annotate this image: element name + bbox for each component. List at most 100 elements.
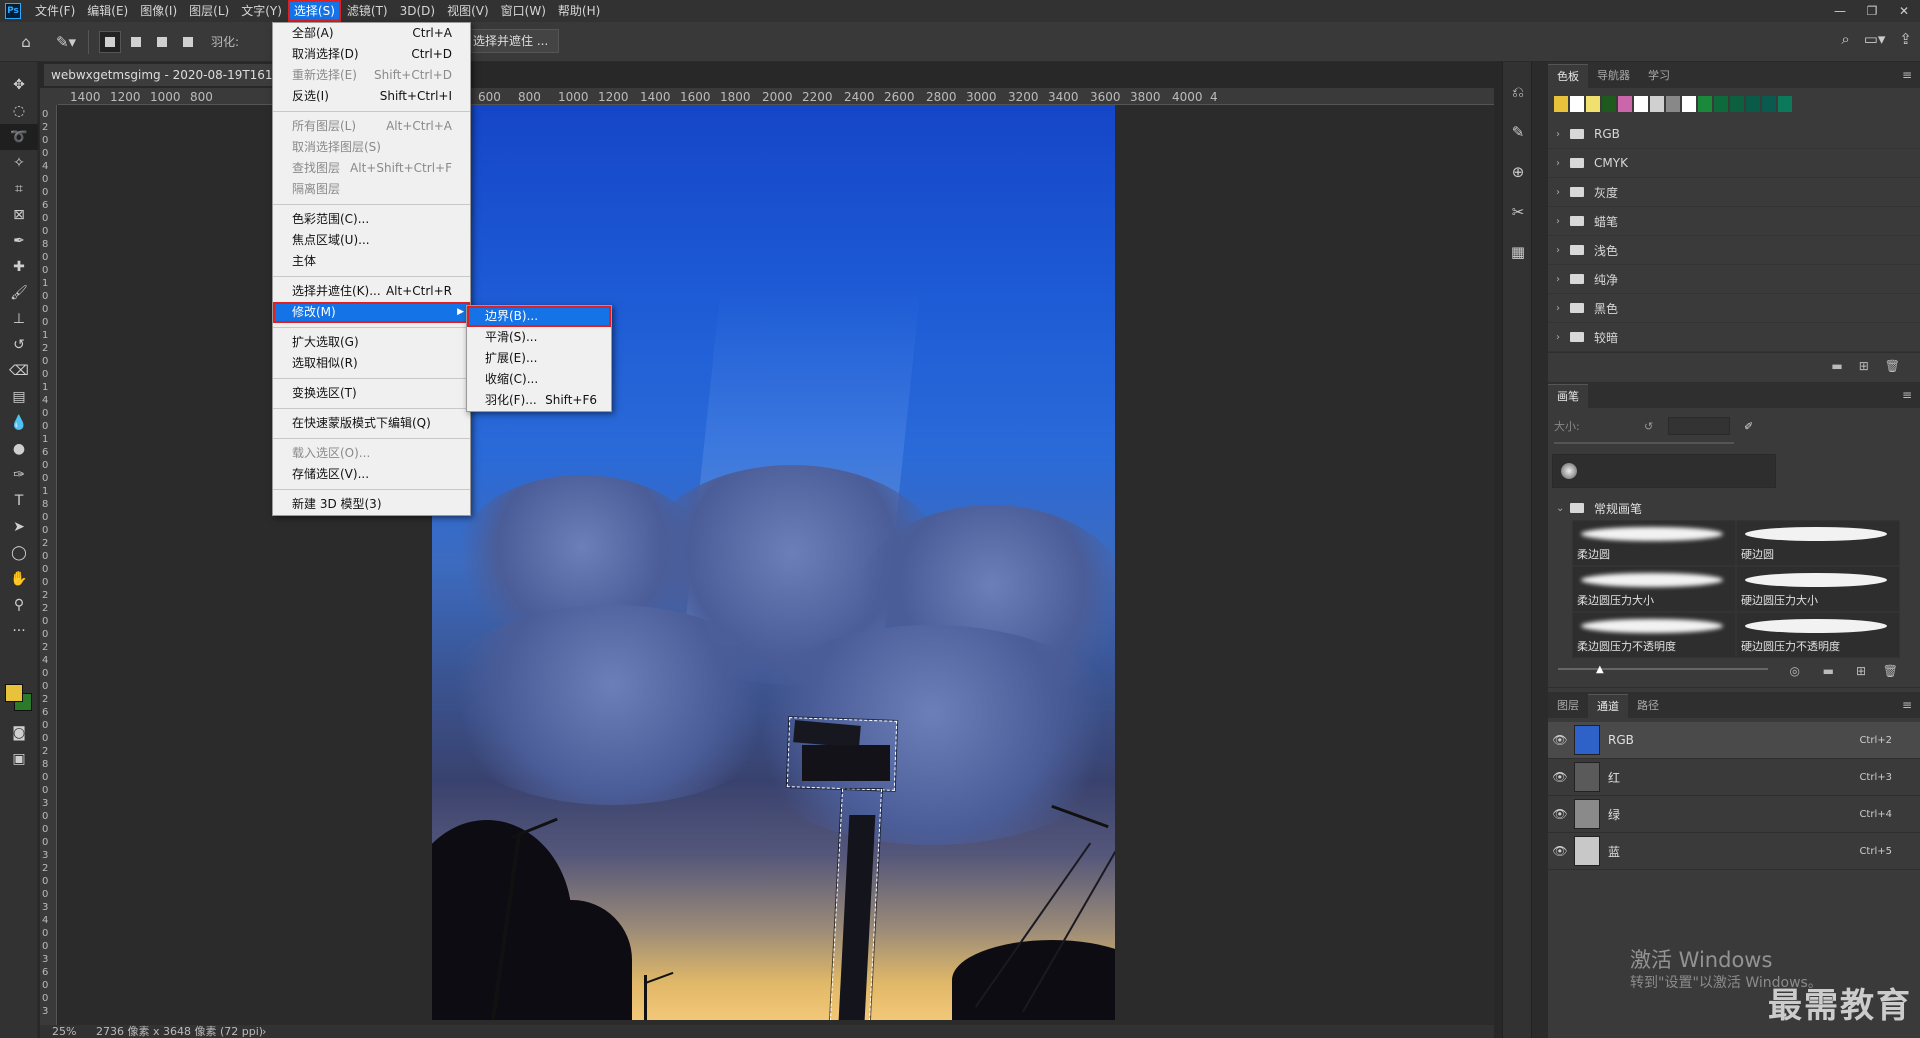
select-menu-item[interactable]: 选择并遮住(K)... Alt+Ctrl+R: [273, 281, 470, 302]
menu-0[interactable]: 文件(F): [29, 0, 81, 22]
tab-paths[interactable]: 路径: [1628, 694, 1668, 718]
foreground-color-swatch[interactable]: [5, 684, 23, 702]
tab-swatches[interactable]: 色板: [1548, 64, 1588, 88]
frame-tool-icon[interactable]: ⊠: [0, 202, 38, 228]
screen-mode-icon[interactable]: ▣: [0, 746, 38, 772]
panel-menu-icon[interactable]: ≡: [1902, 68, 1912, 82]
swatch-folder-row[interactable]: › 纯净: [1548, 265, 1920, 294]
brush-preset[interactable]: 柔边圆: [1572, 520, 1736, 566]
menu-1[interactable]: 编辑(E): [81, 0, 134, 22]
tab-navigator[interactable]: 导航器: [1588, 64, 1639, 88]
more-tools-icon[interactable]: ···: [0, 618, 38, 644]
menu-6[interactable]: 滤镜(T): [341, 0, 394, 22]
delete-icon[interactable]: 🗑: [1885, 359, 1900, 373]
search-icon[interactable]: ⌕: [1841, 30, 1849, 48]
swatch-folder-row[interactable]: › 蜡笔: [1548, 207, 1920, 236]
reset-icon[interactable]: ↺: [1644, 420, 1653, 433]
menu-4[interactable]: 文字(Y): [235, 0, 288, 22]
blur-tool-icon[interactable]: 💧: [0, 410, 38, 436]
clone-source-panel-icon[interactable]: ⊕: [1503, 152, 1533, 192]
color-swatch[interactable]: [1746, 96, 1760, 112]
tab-layers[interactable]: 图层: [1548, 694, 1588, 718]
menu-2[interactable]: 图像(I): [134, 0, 183, 22]
workspace-icon[interactable]: ▭▾: [1864, 30, 1886, 48]
ellipse-tool-icon[interactable]: ◯: [0, 540, 38, 566]
slider-thumb-icon[interactable]: ▲: [1596, 664, 1604, 675]
color-swatch[interactable]: [1730, 96, 1744, 112]
select-menu-item[interactable]: 扩大选取(G): [273, 332, 470, 353]
eye-icon[interactable]: 👁: [1548, 733, 1572, 747]
new-group-icon[interactable]: ▬: [1831, 359, 1842, 373]
select-menu-item[interactable]: 修改(M) ▶: [273, 302, 470, 323]
channel-row[interactable]: 👁 RGB Ctrl+2: [1548, 722, 1920, 759]
lasso-tool-icon[interactable]: ➰: [0, 124, 38, 150]
select-menu-item[interactable]: 主体: [273, 251, 470, 272]
intersect-selection-mode-icon[interactable]: [177, 31, 199, 53]
modify-submenu-item[interactable]: 边界(B)...: [467, 306, 611, 327]
swatch-folder-row[interactable]: › 黑色: [1548, 294, 1920, 323]
menu-5[interactable]: 选择(S): [287, 0, 341, 22]
new-brush-icon[interactable]: ⊞: [1856, 664, 1866, 678]
menu-10[interactable]: 帮助(H): [552, 0, 606, 22]
zoom-tool-icon[interactable]: ⚲: [0, 592, 38, 618]
magic-wand-tool-icon[interactable]: ✧: [0, 150, 38, 176]
eye-icon[interactable]: 👁: [1548, 844, 1572, 858]
color-swatch[interactable]: [1618, 96, 1632, 112]
dodge-tool-icon[interactable]: ●: [0, 436, 38, 462]
quick-mask-icon[interactable]: ◙: [0, 720, 38, 746]
add-selection-mode-icon[interactable]: [125, 31, 147, 53]
tab-channels[interactable]: 通道: [1588, 694, 1628, 718]
crop-tool-icon[interactable]: ⌗: [0, 176, 38, 202]
move-tool-icon[interactable]: ✥: [0, 72, 38, 98]
properties-panel-icon[interactable]: ▦: [1503, 232, 1533, 272]
new-selection-mode-icon[interactable]: [99, 30, 121, 53]
channel-row[interactable]: 👁 绿 Ctrl+4: [1548, 796, 1920, 833]
tool-presets-panel-icon[interactable]: ✂: [1503, 192, 1533, 232]
brush-folder-row[interactable]: ⌄ 常规画笔: [1548, 496, 1920, 520]
panel-collapse-bar[interactable]: [1532, 62, 1548, 1038]
select-menu-item[interactable]: 色彩范围(C)...: [273, 209, 470, 230]
modify-submenu-item[interactable]: 扩展(E)...: [467, 348, 611, 369]
tab-learn[interactable]: 学习: [1639, 64, 1679, 88]
status-arrow-icon[interactable]: ›: [262, 1025, 266, 1038]
modify-submenu-item[interactable]: 羽化(F)... Shift+F6: [467, 390, 611, 411]
panel-menu-icon[interactable]: ≡: [1902, 698, 1912, 712]
color-swatch[interactable]: [1682, 96, 1696, 112]
swatch-folder-row[interactable]: › 较暗: [1548, 323, 1920, 352]
select-menu-item[interactable]: 取消选择(D) Ctrl+D: [273, 44, 470, 65]
color-swatch[interactable]: [1698, 96, 1712, 112]
color-swatch[interactable]: [1778, 96, 1792, 112]
visibility-icon[interactable]: ◎: [1790, 664, 1800, 678]
healing-tool-icon[interactable]: ✚: [0, 254, 38, 280]
color-swatch[interactable]: [1714, 96, 1728, 112]
select-menu-item[interactable]: 新建 3D 模型(3): [273, 494, 470, 515]
brush-edit-icon[interactable]: ✐: [1744, 420, 1753, 433]
brush-size-input[interactable]: [1668, 417, 1730, 435]
document-tab[interactable]: webwxgetmsgimg - 2020-08-19T161923.1: [44, 64, 272, 86]
restore-button[interactable]: ❐: [1856, 0, 1888, 22]
lasso-tool-preset-icon[interactable]: ✎▾: [52, 28, 80, 56]
modify-submenu-item[interactable]: 平滑(S)...: [467, 327, 611, 348]
eye-icon[interactable]: 👁: [1548, 807, 1572, 821]
color-swatch[interactable]: [1554, 96, 1568, 112]
stamp-tool-icon[interactable]: ⊥: [0, 306, 38, 332]
home-icon[interactable]: ⌂: [12, 28, 40, 56]
history-panel-icon[interactable]: ⎌: [1503, 72, 1533, 112]
zoom-level[interactable]: 25%: [52, 1025, 76, 1038]
menu-9[interactable]: 窗口(W): [495, 0, 552, 22]
marquee-tool-icon[interactable]: ◌: [0, 98, 38, 124]
channel-row[interactable]: 👁 蓝 Ctrl+5: [1548, 833, 1920, 870]
swatch-folder-row[interactable]: › 灰度: [1548, 178, 1920, 207]
brush-tool-icon[interactable]: 🖌: [0, 280, 38, 306]
swatch-folder-row[interactable]: › 浅色: [1548, 236, 1920, 265]
close-button[interactable]: ✕: [1888, 0, 1920, 22]
pen-tool-icon[interactable]: ✑: [0, 462, 38, 488]
brush-settings-panel-icon[interactable]: ✎: [1503, 112, 1533, 152]
color-swatch[interactable]: [1666, 96, 1680, 112]
panel-menu-icon[interactable]: ≡: [1902, 388, 1912, 402]
new-swatch-icon[interactable]: ⊞: [1859, 359, 1869, 373]
subtract-selection-mode-icon[interactable]: [151, 31, 173, 53]
tab-brushes[interactable]: 画笔: [1548, 384, 1588, 408]
swatch-folder-row[interactable]: › RGB: [1548, 120, 1920, 149]
color-swatch[interactable]: [1650, 96, 1664, 112]
